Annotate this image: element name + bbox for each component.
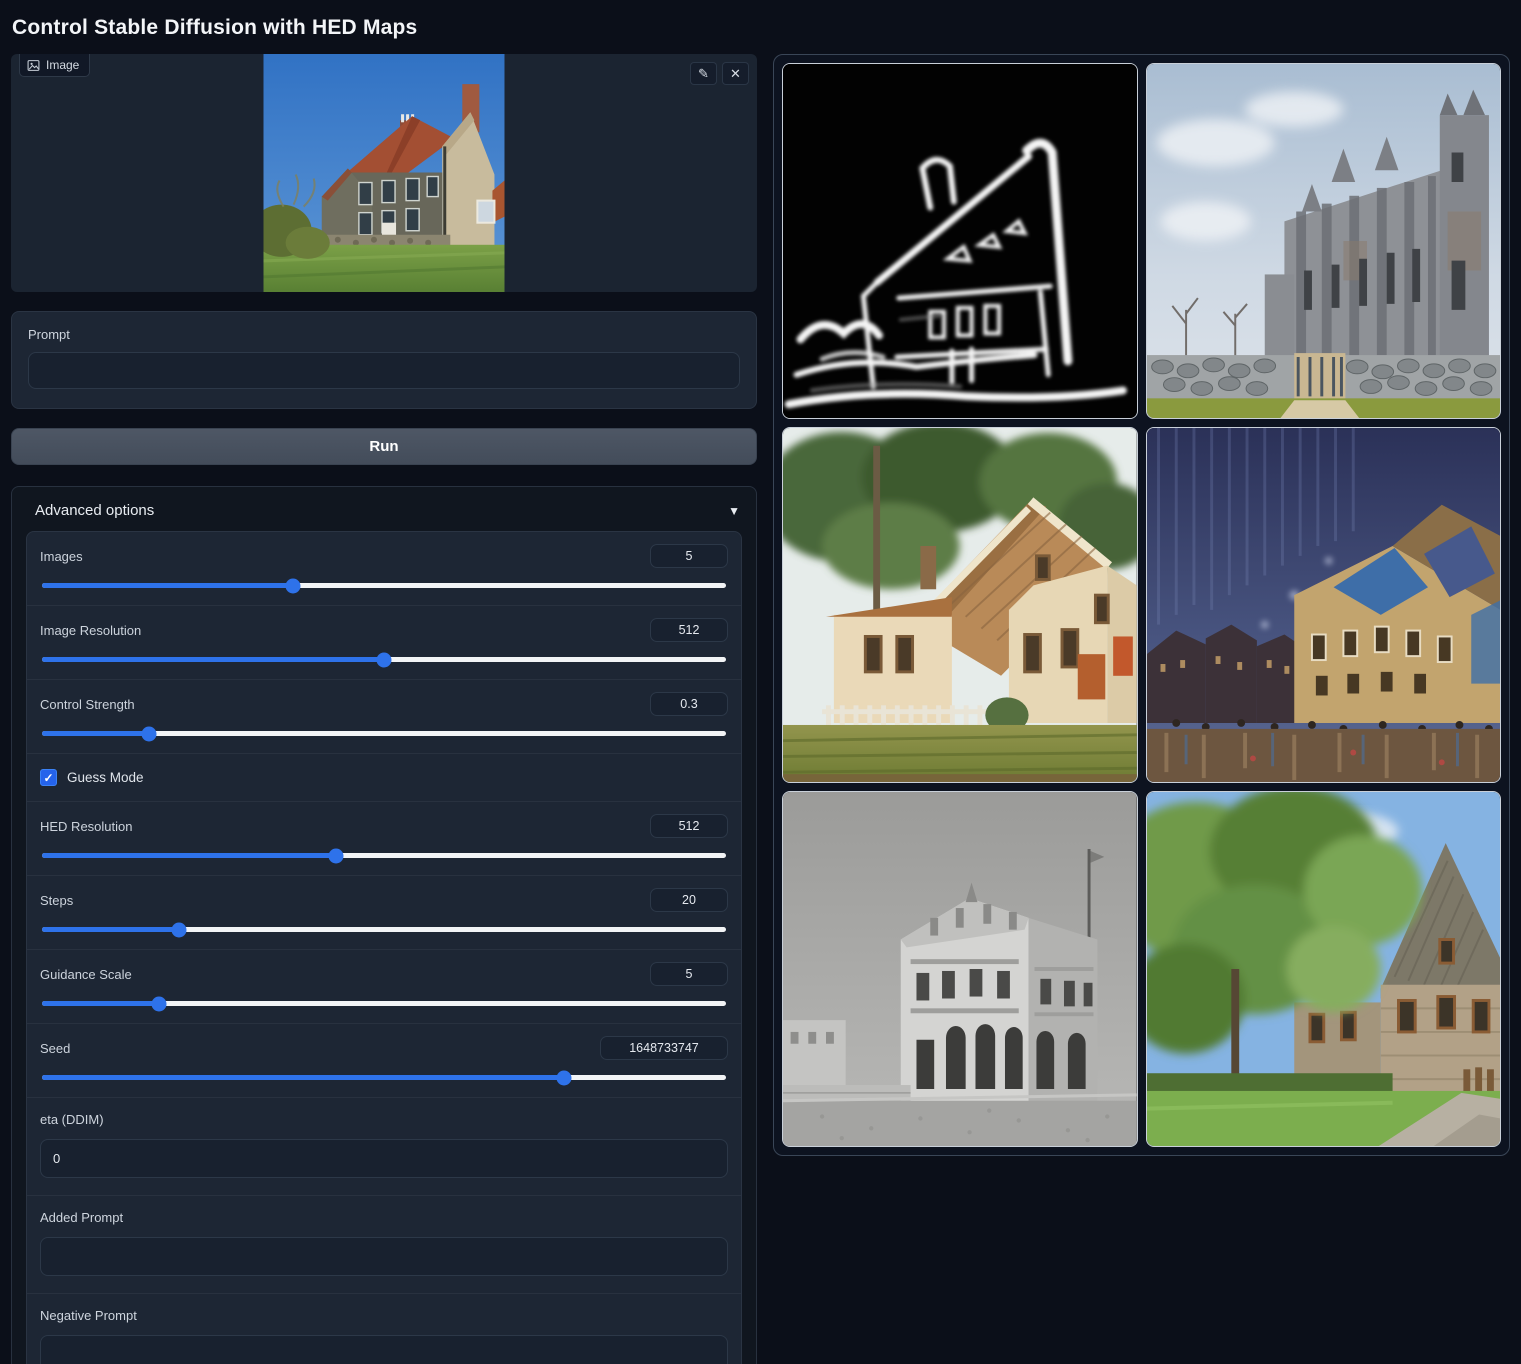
seed-slider-thumb[interactable] (556, 1070, 571, 1085)
app-root: Control Stable Diffusion with HED Maps I… (0, 0, 1521, 1364)
gallery-item-cathedral[interactable] (1146, 63, 1502, 419)
hed-resolution-slider[interactable] (42, 853, 726, 858)
guidance-scale-value[interactable]: 5 (650, 962, 728, 986)
negative-prompt-row: Negative Prompt (27, 1294, 741, 1364)
advanced-options-accordion: Advanced options ▼ Images 5 (11, 486, 757, 1364)
gallery-item-stone-house[interactable] (1146, 791, 1502, 1147)
slider-row-hed-resolution: HED Resolution 512 (27, 801, 741, 876)
stone-house-image (1147, 792, 1501, 1146)
guidance-scale-label: Guidance Scale (40, 967, 132, 982)
check-icon: ✓ (43, 771, 53, 785)
negative-prompt-input[interactable] (40, 1335, 728, 1364)
image-resolution-value[interactable]: 512 (650, 618, 728, 642)
eta-label: eta (DDIM) (40, 1112, 728, 1127)
slider-row-control-strength: Control Strength 0.3 (27, 680, 741, 754)
added-prompt-label: Added Prompt (40, 1210, 728, 1225)
advanced-options-form: Images 5 Image Resolution 512 (26, 531, 742, 1364)
controls-column: Image ✎ ✕ (11, 54, 757, 1364)
steps-slider-thumb[interactable] (171, 922, 186, 937)
images-slider-thumb[interactable] (286, 578, 301, 593)
seed-label: Seed (40, 1041, 70, 1056)
guidance-scale-slider[interactable] (42, 1001, 726, 1006)
guess-mode-checkbox[interactable]: ✓ (40, 769, 57, 786)
prompt-input[interactable] (28, 352, 740, 389)
prompt-block: Prompt (11, 311, 757, 409)
eta-input[interactable] (40, 1139, 728, 1178)
prompt-label: Prompt (28, 327, 740, 342)
control-strength-slider[interactable] (42, 731, 726, 736)
slider-row-images: Images 5 (27, 532, 741, 606)
grayscale-building-image (783, 792, 1137, 1146)
gallery-item-hed-map[interactable] (782, 63, 1138, 419)
image-resolution-slider-thumb[interactable] (377, 652, 392, 667)
added-prompt-row: Added Prompt (27, 1196, 741, 1294)
image-icon (27, 59, 40, 72)
seed-value[interactable]: 1648733747 (600, 1036, 728, 1060)
close-icon: ✕ (730, 66, 741, 82)
advanced-options-title: Advanced options (35, 502, 154, 519)
night-scene-image (1147, 428, 1501, 782)
clear-image-button[interactable]: ✕ (722, 62, 749, 85)
images-value[interactable]: 5 (650, 544, 728, 568)
control-strength-slider-thumb[interactable] (141, 726, 156, 741)
results-column (773, 54, 1510, 1156)
image-resolution-slider[interactable] (42, 657, 726, 662)
painted-house-image (783, 428, 1137, 782)
uploaded-image[interactable] (264, 54, 505, 292)
uploaded-house-photo (264, 54, 505, 292)
guidance-scale-slider-thumb[interactable] (151, 996, 166, 1011)
steps-slider[interactable] (42, 927, 726, 932)
image-input-tag: Image (19, 54, 90, 77)
cathedral-image (1147, 64, 1501, 418)
gallery-item-painted-house[interactable] (782, 427, 1138, 783)
images-slider[interactable] (42, 583, 726, 588)
output-gallery (773, 54, 1510, 1156)
slider-row-steps: Steps 20 (27, 876, 741, 950)
hed-resolution-value[interactable]: 512 (650, 814, 728, 838)
added-prompt-input[interactable] (40, 1237, 728, 1276)
slider-row-guidance-scale: Guidance Scale 5 (27, 950, 741, 1024)
hed-map-image (783, 64, 1137, 418)
advanced-options-header[interactable]: Advanced options ▼ (26, 500, 742, 531)
control-strength-label: Control Strength (40, 697, 135, 712)
guess-mode-row: ✓ Guess Mode (27, 754, 741, 801)
run-button[interactable]: Run (11, 428, 757, 465)
gallery-item-grayscale-building[interactable] (782, 791, 1138, 1147)
image-input-label: Image (46, 58, 79, 72)
hed-resolution-label: HED Resolution (40, 819, 133, 834)
pencil-icon: ✎ (698, 66, 709, 82)
guess-mode-label: Guess Mode (67, 770, 144, 785)
eta-row: eta (DDIM) (27, 1098, 741, 1196)
gallery-item-night-scene[interactable] (1146, 427, 1502, 783)
slider-row-image-resolution: Image Resolution 512 (27, 606, 741, 680)
hed-resolution-slider-thumb[interactable] (329, 848, 344, 863)
page-title: Control Stable Diffusion with HED Maps (11, 10, 1510, 54)
edit-image-button[interactable]: ✎ (690, 62, 717, 85)
steps-label: Steps (40, 893, 73, 908)
image-input-widget[interactable]: Image ✎ ✕ (11, 54, 757, 292)
negative-prompt-label: Negative Prompt (40, 1308, 728, 1323)
seed-slider[interactable] (42, 1075, 726, 1080)
slider-row-seed: Seed 1648733747 (27, 1024, 741, 1098)
images-label: Images (40, 549, 83, 564)
image-resolution-label: Image Resolution (40, 623, 141, 638)
chevron-down-icon: ▼ (728, 504, 740, 518)
steps-value[interactable]: 20 (650, 888, 728, 912)
control-strength-value[interactable]: 0.3 (650, 692, 728, 716)
